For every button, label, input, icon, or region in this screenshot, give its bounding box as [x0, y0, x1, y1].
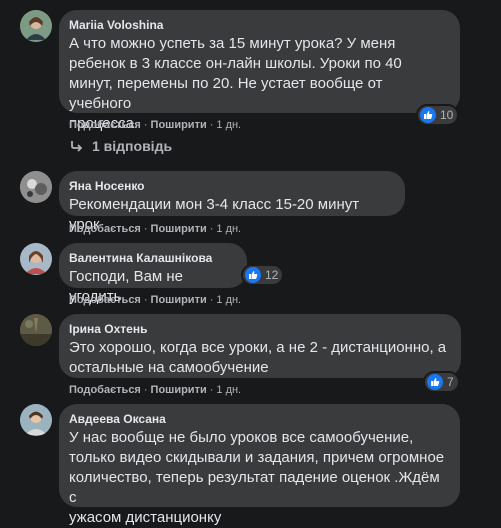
comment-author[interactable]: Авдеева Оксана	[69, 411, 448, 427]
replies-label: 1 відповідь	[92, 138, 173, 154]
avatar[interactable]	[20, 10, 52, 42]
timestamp[interactable]: 1 дн.	[216, 294, 241, 306]
reaction-count: 10	[440, 108, 454, 122]
comment-actions: Подобається · Поширити · 1 дн.	[69, 384, 242, 396]
comment-text: Это хорошо, когда все уроки, а не 2 - ди…	[69, 339, 447, 376]
view-replies-link[interactable]: 1 відповідь	[70, 138, 172, 154]
comment-author[interactable]: Валентина Калашнікова	[69, 250, 235, 266]
comment-bubble: Ірина Охтень Это хорошо, когда все уроки…	[59, 314, 461, 378]
reaction-badge[interactable]: 7	[425, 373, 458, 391]
like-button[interactable]: Подобається	[69, 384, 141, 396]
comment-author[interactable]: Ірина Охтень	[69, 321, 449, 337]
comment-actions: Подобається · Поширити · 1 дн.	[69, 119, 242, 131]
timestamp[interactable]: 1 дн.	[216, 223, 241, 235]
comment-author[interactable]: Mariia Voloshina	[69, 17, 448, 33]
timestamp[interactable]: 1 дн.	[216, 119, 241, 131]
like-icon	[420, 107, 436, 123]
like-button[interactable]: Подобається	[69, 119, 141, 131]
avatar[interactable]	[20, 314, 52, 346]
comment-bubble: Авдеева Оксана У нас вообще не было урок…	[59, 404, 460, 526]
reaction-badge[interactable]: 12	[243, 266, 283, 284]
reply-arrow-icon	[71, 141, 83, 152]
comment-actions: Подобається · Поширити · 1 дн.	[69, 223, 242, 235]
comment-author[interactable]: Яна Носенко	[69, 178, 393, 194]
reaction-count: 12	[265, 268, 279, 282]
like-icon	[427, 374, 443, 390]
like-icon	[245, 267, 261, 283]
comment-text: У нас вообще не было уроков все самообуч…	[69, 429, 445, 526]
share-button[interactable]: Поширити	[151, 384, 207, 396]
share-button[interactable]: Поширити	[151, 294, 207, 306]
share-button[interactable]: Поширити	[151, 223, 207, 235]
reaction-count: 7	[447, 375, 454, 389]
comment-bubble: Яна Носенко Рекомендации мон 3-4 класс 1…	[59, 171, 405, 233]
avatar[interactable]	[20, 404, 52, 436]
reaction-badge[interactable]: 10	[418, 106, 458, 124]
share-button[interactable]: Поширити	[151, 119, 207, 131]
avatar[interactable]	[20, 243, 52, 275]
comment-bubble: Валентина Калашнікова Господи, Вам не уг…	[59, 243, 247, 305]
comment-actions: Подобається · Поширити · 1 дн.	[69, 294, 242, 306]
avatar[interactable]	[20, 171, 52, 203]
like-button[interactable]: Подобається	[69, 294, 141, 306]
timestamp[interactable]: 1 дн.	[216, 384, 241, 396]
like-button[interactable]: Подобається	[69, 223, 141, 235]
comment-bubble: Mariia Voloshina А что можно успеть за 1…	[59, 10, 460, 132]
